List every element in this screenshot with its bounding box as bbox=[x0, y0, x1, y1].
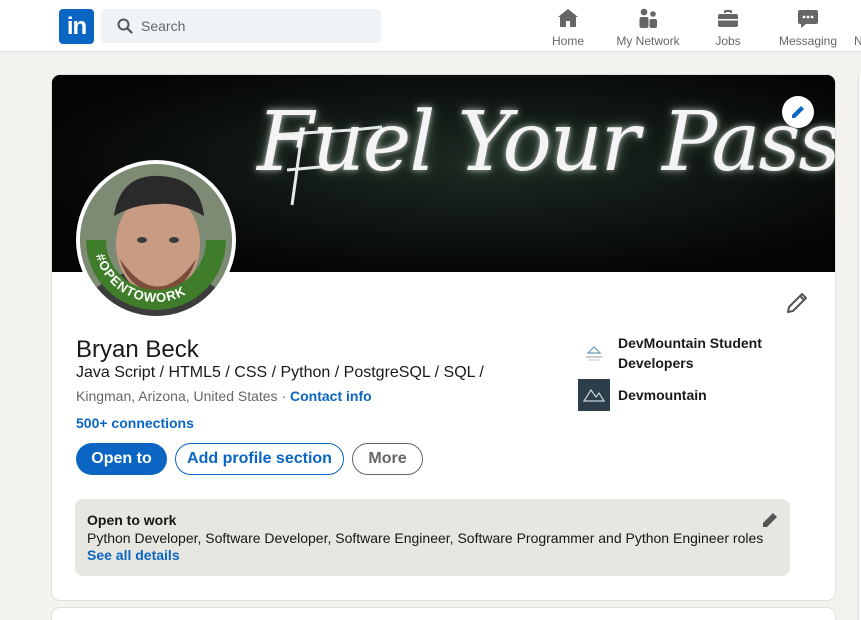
contact-info-link[interactable]: Contact info bbox=[290, 388, 372, 404]
pencil-icon bbox=[763, 513, 777, 527]
profile-headline: Java Script / HTML5 / CSS / Python / Pos… bbox=[76, 364, 484, 381]
nav-notifications[interactable]: N bbox=[854, 6, 861, 50]
nav-my-network[interactable]: My Network bbox=[612, 6, 684, 50]
search-input[interactable] bbox=[141, 9, 371, 43]
opentowork-badge-text: #OPENTOWORK bbox=[93, 252, 187, 306]
open-to-button[interactable]: Open to bbox=[76, 443, 167, 475]
org-devmountain[interactable]: Devmountain bbox=[578, 379, 778, 411]
profile-name: Bryan Beck bbox=[76, 336, 199, 363]
opentowork-ring: #OPENTOWORK bbox=[86, 240, 226, 310]
nav-home[interactable]: Home bbox=[548, 6, 588, 50]
profile-avatar[interactable]: #OPENTOWORK bbox=[76, 160, 236, 320]
add-profile-section-button[interactable]: Add profile section bbox=[175, 443, 344, 475]
nav-jobs-label: Jobs bbox=[715, 34, 741, 48]
location-separator: · bbox=[277, 388, 291, 404]
banner-edit-button[interactable] bbox=[782, 96, 814, 128]
nav-notifications-label: N bbox=[854, 34, 861, 48]
org-name: DevMountain Student Developers bbox=[618, 335, 762, 371]
top-nav-bar: in Home My Network Jobs bbox=[0, 0, 861, 52]
profile-edit-button[interactable] bbox=[785, 291, 809, 320]
messaging-icon bbox=[798, 10, 818, 28]
open-to-work-title: Open to work bbox=[87, 512, 177, 528]
search-icon bbox=[117, 18, 133, 34]
profile-location-line: Kingman, Arizona, United States · Contac… bbox=[76, 388, 372, 404]
pencil-icon bbox=[787, 293, 807, 313]
nav-my-network-label: My Network bbox=[616, 34, 680, 48]
my-network-icon bbox=[639, 8, 657, 28]
connections-link[interactable]: 500+ connections bbox=[76, 415, 194, 431]
nav-home-label: Home bbox=[551, 34, 584, 48]
devmountain-logo bbox=[578, 379, 610, 411]
nav-messaging[interactable]: Messaging bbox=[777, 6, 839, 50]
more-button[interactable]: More bbox=[352, 443, 423, 475]
notifications-icon bbox=[854, 6, 861, 30]
pencil-icon bbox=[792, 106, 804, 118]
home-icon bbox=[558, 9, 578, 27]
nav-messaging-label: Messaging bbox=[778, 34, 838, 48]
jobs-icon bbox=[718, 10, 738, 27]
devmountain-student-logo bbox=[578, 337, 610, 369]
avatar-photo: #OPENTOWORK bbox=[80, 164, 232, 316]
search-box[interactable] bbox=[101, 9, 381, 43]
open-to-work-roles: Python Developer, Software Developer, So… bbox=[87, 530, 764, 546]
org-name: Devmountain bbox=[618, 387, 707, 403]
see-all-details-link[interactable]: See all details bbox=[87, 547, 180, 563]
svg-text:#OPENTOWORK: #OPENTOWORK bbox=[93, 252, 188, 306]
profile-location: Kingman, Arizona, United States bbox=[76, 388, 278, 404]
open-to-work-box: Open to work Python Developer, Software … bbox=[75, 499, 790, 576]
open-to-work-edit-button[interactable] bbox=[761, 511, 779, 534]
linkedin-logo[interactable]: in bbox=[59, 9, 94, 44]
profile-card: Fuel Your Passion bbox=[52, 75, 835, 600]
banner-text: Fuel Your Passion bbox=[257, 95, 835, 190]
nav-jobs[interactable]: Jobs bbox=[712, 6, 744, 50]
org-devmountain-student[interactable]: DevMountain Student Developers bbox=[578, 333, 778, 373]
next-section-card bbox=[52, 608, 835, 620]
